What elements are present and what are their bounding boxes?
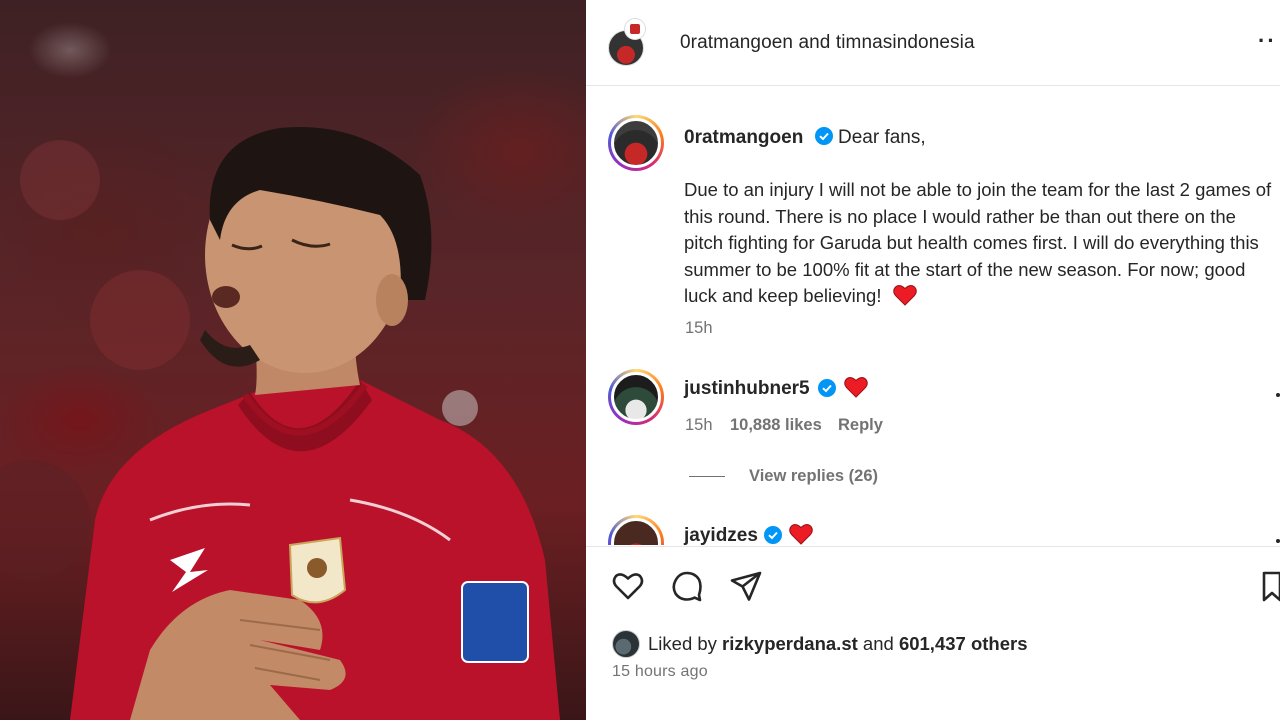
post-timestamp: 15 hours ago <box>612 663 708 680</box>
verified-badge-icon <box>818 379 836 397</box>
view-replies-button[interactable]: View replies (26) <box>749 467 878 486</box>
heart-outline-icon[interactable] <box>611 569 645 603</box>
comment-icon[interactable] <box>670 569 704 603</box>
likes-prefix: Liked by <box>648 633 717 654</box>
comment-options-icon[interactable] <box>1276 539 1280 543</box>
red-heart-icon <box>844 377 868 398</box>
caption-body-text: Due to an injury I will not be able to j… <box>684 179 1272 306</box>
caption-author-avatar[interactable] <box>608 115 664 171</box>
liked-by-user[interactable]: rizkyperdana.st <box>722 633 858 654</box>
likes-conjunction: and <box>862 633 894 654</box>
comment-username[interactable]: jayidzes <box>684 525 758 545</box>
caption-text: Due to an injury I will not be able to j… <box>684 177 1274 310</box>
caption-time: 15h <box>685 319 713 337</box>
likes-count[interactable]: 601,437 others <box>899 633 1028 654</box>
comments-section[interactable]: 0ratmangoen Dear fans, Due to an injury … <box>586 87 1280 545</box>
caption-username[interactable]: 0ratmangoen <box>684 127 803 149</box>
red-heart-icon <box>789 524 813 545</box>
comment-options-icon[interactable] <box>1276 393 1280 397</box>
comment-time: 15h <box>685 416 713 434</box>
liked-by-avatar <box>612 630 640 658</box>
send-icon[interactable] <box>729 569 763 603</box>
more-horizontal-icon[interactable]: ·· <box>1258 28 1277 54</box>
comment-likes[interactable]: 10,888 likes <box>730 416 822 435</box>
red-heart-icon <box>892 285 917 306</box>
likes-text: Liked by rizkyperdana.st and 601,437 oth… <box>648 633 1028 655</box>
collab-avatar[interactable] <box>624 18 646 40</box>
comment-avatar-jayidzes[interactable] <box>608 515 664 545</box>
verified-badge-icon <box>815 127 833 145</box>
post-header: 0ratmangoen and timnasindonesia ·· <box>586 0 1280 86</box>
bookmark-icon[interactable] <box>1262 569 1280 603</box>
view-replies-divider <box>689 476 725 477</box>
verified-badge-icon <box>764 526 782 544</box>
reply-button[interactable]: Reply <box>838 416 883 435</box>
post-panel: 0ratmangoen and timnasindonesia ·· 0ratm… <box>586 0 1280 720</box>
likes-summary[interactable]: Liked by rizkyperdana.st and 601,437 oth… <box>612 629 1028 659</box>
comment-avatar-justinhubner5[interactable] <box>608 369 664 425</box>
post-actions: Liked by rizkyperdana.st and 601,437 oth… <box>586 546 1280 720</box>
post-authors[interactable]: 0ratmangoen and timnasindonesia <box>680 32 975 54</box>
player-photo-illustration <box>0 126 560 720</box>
caption-greeting: Dear fans, <box>838 127 926 148</box>
comment-username[interactable]: justinhubner5 <box>684 378 810 400</box>
post-photo[interactable] <box>0 0 586 720</box>
